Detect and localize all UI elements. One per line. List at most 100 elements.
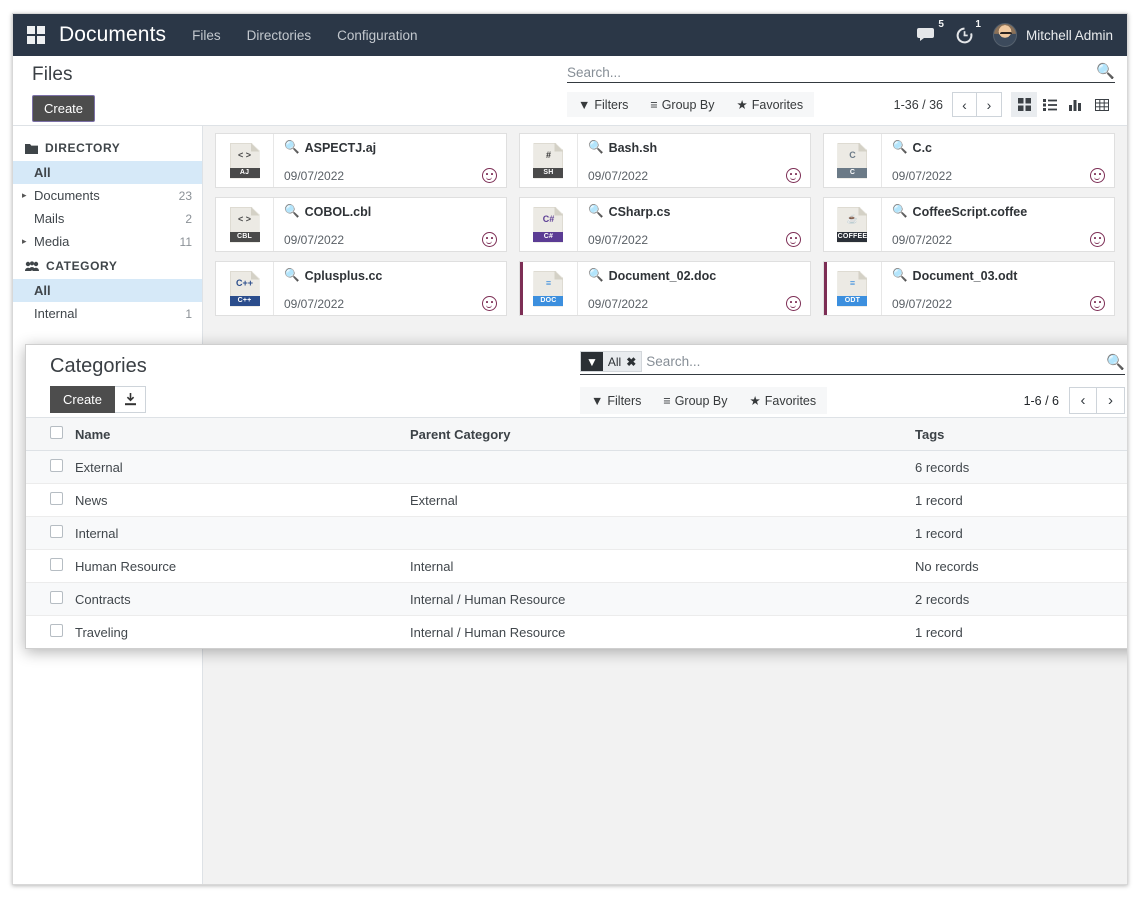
status-smiley-icon[interactable]: [786, 232, 801, 247]
dialog-pager-previous-button[interactable]: ‹: [1069, 387, 1097, 414]
table-row[interactable]: Internal1 record: [26, 517, 1128, 550]
upload-icon[interactable]: [115, 386, 146, 413]
file-date: 09/07/2022: [892, 169, 952, 183]
search-facet-all[interactable]: ▼ All ✖: [580, 351, 642, 372]
column-header-tags[interactable]: Tags: [909, 418, 1128, 451]
table-header-row: Name Parent Category Tags: [26, 418, 1128, 451]
row-checkbox[interactable]: [50, 459, 63, 472]
file-card-footer: 09/07/2022: [588, 232, 801, 247]
sidebar-item-label: All: [34, 165, 51, 180]
file-card[interactable]: ≡DOC🔍Document_02.doc09/07/2022: [519, 261, 811, 316]
search-input[interactable]: [567, 65, 1090, 80]
favorites-label: Favorites: [752, 98, 803, 112]
file-card[interactable]: CC🔍C.c09/07/2022: [823, 133, 1115, 188]
create-button[interactable]: Create: [32, 95, 95, 122]
status-smiley-icon[interactable]: [1090, 232, 1105, 247]
column-header-parent[interactable]: Parent Category: [404, 418, 909, 451]
table-header: Name Parent Category Tags: [26, 418, 1128, 451]
table-row[interactable]: Human ResourceInternalNo records: [26, 550, 1128, 583]
status-smiley-icon[interactable]: [482, 232, 497, 247]
pivot-view-icon[interactable]: [1089, 92, 1115, 117]
chevron-right-icon[interactable]: ▸: [22, 236, 32, 247]
file-card[interactable]: < >CBL🔍COBOL.cbl09/07/2022: [215, 197, 507, 252]
sidebar-item-count: 11: [180, 235, 192, 249]
status-smiley-icon[interactable]: [482, 296, 497, 311]
dialog-favorites-dropdown[interactable]: ★ Favorites: [739, 393, 828, 408]
dialog-search-bar[interactable]: ▼ All ✖ 🔍: [580, 351, 1125, 375]
graph-view-icon[interactable]: [1063, 92, 1089, 117]
file-card[interactable]: C++C++🔍Cplusplus.cc09/07/2022: [215, 261, 507, 316]
user-name-label[interactable]: Mitchell Admin: [1026, 28, 1113, 43]
list-icon: ≡: [663, 394, 670, 408]
search-icon[interactable]: 🔍: [1090, 62, 1115, 80]
file-card-body: 🔍CSharp.cs09/07/2022: [578, 198, 810, 251]
row-checkbox[interactable]: [50, 492, 63, 505]
file-thumbnail: C++C++: [216, 262, 274, 315]
file-name: 🔍Document_02.doc: [588, 268, 801, 283]
filters-dropdown[interactable]: ▼ Filters: [567, 98, 639, 112]
file-card[interactable]: ≡ODT🔍Document_03.odt09/07/2022: [823, 261, 1115, 316]
favorites-dropdown[interactable]: ★ Favorites: [726, 97, 815, 112]
dialog-pager-count: 1-6 / 6: [1024, 394, 1059, 408]
table-row[interactable]: NewsExternal1 record: [26, 484, 1128, 517]
table-row[interactable]: External6 records: [26, 451, 1128, 484]
dialog-pager-next-button[interactable]: ›: [1097, 387, 1125, 414]
file-card[interactable]: C#C#🔍CSharp.cs09/07/2022: [519, 197, 811, 252]
apps-menu-icon[interactable]: [27, 26, 45, 44]
directory-item-media[interactable]: ▸Media11: [13, 230, 202, 253]
directory-item-documents[interactable]: ▸Documents23: [13, 184, 202, 207]
app-window: Documents Files Directories Configuratio…: [12, 13, 1128, 885]
cell-tags: 6 records: [909, 451, 1128, 484]
file-card-body: 🔍Cplusplus.cc09/07/2022: [274, 262, 506, 315]
dialog-groupby-dropdown[interactable]: ≡ Group By: [652, 394, 738, 408]
file-card[interactable]: ☕COFFEE🔍CoffeeScript.coffee09/07/2022: [823, 197, 1115, 252]
pager-next-button[interactable]: ›: [977, 92, 1002, 117]
dialog-create-button[interactable]: Create: [50, 386, 115, 413]
file-card-footer: 09/07/2022: [892, 296, 1105, 311]
status-smiley-icon[interactable]: [786, 168, 801, 183]
pager-previous-button[interactable]: ‹: [952, 92, 977, 117]
file-card[interactable]: #SH🔍Bash.sh09/07/2022: [519, 133, 811, 188]
pager-count: 1-36 / 36: [894, 98, 943, 112]
user-avatar[interactable]: [993, 23, 1017, 47]
row-select-cell: [26, 616, 69, 649]
table-row[interactable]: TravelingInternal / Human Resource1 reco…: [26, 616, 1128, 649]
nav-item-directories[interactable]: Directories: [247, 28, 312, 43]
status-smiley-icon[interactable]: [1090, 168, 1105, 183]
file-card-footer: 09/07/2022: [892, 232, 1105, 247]
file-card[interactable]: < >AJ🔍ASPECTJ.aj09/07/2022: [215, 133, 507, 188]
table-row[interactable]: ContractsInternal / Human Resource2 reco…: [26, 583, 1128, 616]
status-smiley-icon[interactable]: [1090, 296, 1105, 311]
category-item-internal[interactable]: Internal1: [13, 302, 202, 325]
messages-icon[interactable]: 5: [917, 27, 936, 43]
kanban-view-icon[interactable]: [1011, 92, 1037, 117]
nav-item-files[interactable]: Files: [192, 28, 221, 43]
directory-item-mails[interactable]: Mails2: [13, 207, 202, 230]
dialog-search-input[interactable]: [646, 354, 1100, 369]
category-item-all[interactable]: All: [13, 279, 202, 302]
app-brand-title[interactable]: Documents: [59, 23, 166, 47]
nav-item-configuration[interactable]: Configuration: [337, 28, 417, 43]
facet-remove-icon[interactable]: ✖: [626, 355, 636, 369]
groupby-dropdown[interactable]: ≡ Group By: [639, 98, 725, 112]
status-smiley-icon[interactable]: [482, 168, 497, 183]
directory-item-all[interactable]: All: [13, 161, 202, 184]
row-checkbox[interactable]: [50, 558, 63, 571]
search-bar[interactable]: 🔍: [567, 62, 1115, 83]
row-checkbox[interactable]: [50, 591, 63, 604]
row-select-cell: [26, 451, 69, 484]
sidebar-item-label: All: [34, 283, 51, 298]
chevron-right-icon[interactable]: ▸: [22, 190, 32, 201]
dialog-filters-dropdown[interactable]: ▼ Filters: [580, 394, 652, 408]
select-all-checkbox[interactable]: [50, 426, 63, 439]
card-stripe: [824, 262, 827, 315]
row-checkbox[interactable]: [50, 624, 63, 637]
file-name: 🔍COBOL.cbl: [284, 204, 497, 219]
file-date: 09/07/2022: [892, 233, 952, 247]
list-view-icon[interactable]: [1037, 92, 1063, 117]
column-header-name[interactable]: Name: [69, 418, 404, 451]
status-smiley-icon[interactable]: [786, 296, 801, 311]
dialog-search-icon[interactable]: 🔍: [1100, 353, 1125, 371]
activities-icon[interactable]: 1: [956, 27, 973, 44]
row-checkbox[interactable]: [50, 525, 63, 538]
